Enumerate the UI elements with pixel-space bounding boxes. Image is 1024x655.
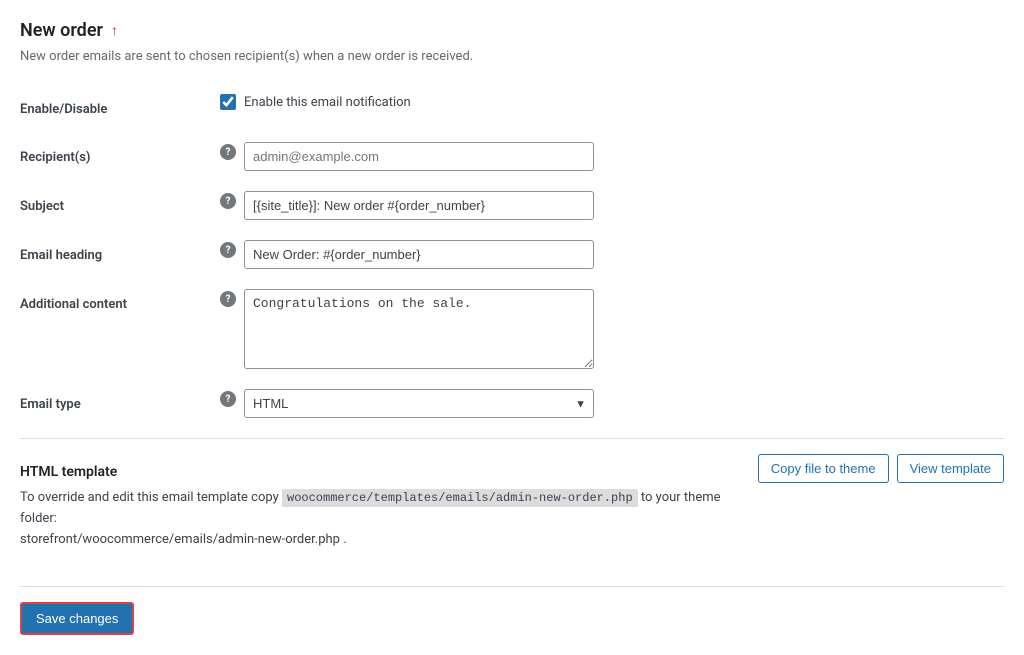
html-template-title: HTML template	[20, 464, 758, 480]
template-info: HTML template To override and edit this …	[20, 454, 758, 566]
title-link-icon[interactable]: ↑	[111, 22, 118, 39]
recipients-row: Recipient(s) ?	[20, 132, 1004, 181]
save-section: Save changes	[20, 586, 1004, 635]
email-type-field: ? HTML Plain text Multipart ▼	[220, 379, 1004, 428]
page-description: New order emails are sent to chosen reci…	[20, 49, 1004, 64]
recipients-help-icon[interactable]: ?	[220, 144, 236, 160]
page-wrapper: New order ↑ New order emails are sent to…	[0, 0, 1024, 655]
subject-field-row: ?	[220, 191, 1004, 220]
checkbox-row: Enable this email notification	[220, 94, 1004, 110]
enable-disable-row: Enable/Disable Enable this email notific…	[20, 84, 1004, 132]
email-heading-field-row: ?	[220, 240, 1004, 269]
email-heading-help-icon[interactable]: ?	[220, 242, 236, 258]
additional-content-textarea[interactable]	[244, 289, 594, 369]
subject-field: ?	[220, 181, 1004, 230]
additional-content-field: ?	[220, 279, 1004, 379]
template-buttons: Copy file to theme View template	[758, 454, 1004, 483]
view-template-button[interactable]: View template	[897, 454, 1004, 483]
enable-disable-field: Enable this email notification	[220, 84, 1004, 132]
email-type-row: Email type ? HTML Plain text Multipart ▼	[20, 379, 1004, 428]
email-type-help-icon[interactable]: ?	[220, 391, 236, 407]
enable-checkbox-label: Enable this email notification	[244, 95, 411, 110]
email-heading-label: Email heading	[20, 230, 220, 279]
email-type-field-row: ? HTML Plain text Multipart ▼	[220, 389, 1004, 418]
recipients-field-row: ?	[220, 142, 1004, 171]
additional-content-field-row: ?	[220, 289, 1004, 369]
email-type-select[interactable]: HTML Plain text Multipart	[244, 389, 594, 418]
copy-file-to-theme-button[interactable]: Copy file to theme	[758, 454, 889, 483]
email-heading-field: ?	[220, 230, 1004, 279]
additional-content-row: Additional content ?	[20, 279, 1004, 379]
subject-input[interactable]	[244, 191, 594, 220]
page-title-row: New order ↑	[20, 20, 1004, 41]
content-area: New order ↑ New order emails are sent to…	[0, 0, 1024, 655]
form-table: Enable/Disable Enable this email notific…	[20, 84, 1004, 428]
subject-help-icon[interactable]: ?	[220, 193, 236, 209]
email-type-select-wrapper: HTML Plain text Multipart ▼	[244, 389, 594, 418]
enable-checkbox[interactable]	[220, 94, 236, 110]
subject-row: Subject ?	[20, 181, 1004, 230]
save-changes-button[interactable]: Save changes	[20, 602, 134, 635]
additional-content-help-icon[interactable]: ?	[220, 291, 236, 307]
template-desc-before: To override and edit this email template…	[20, 490, 279, 505]
email-heading-input[interactable]	[244, 240, 594, 269]
enable-disable-label: Enable/Disable	[20, 84, 220, 132]
html-template-section: HTML template To override and edit this …	[20, 438, 1004, 576]
page-title: New order	[20, 20, 103, 41]
email-type-label: Email type	[20, 379, 220, 428]
subject-label: Subject	[20, 181, 220, 230]
template-code-path: woocommerce/templates/emails/admin-new-o…	[282, 489, 638, 507]
recipients-field: ?	[220, 132, 1004, 181]
additional-content-label: Additional content	[20, 279, 220, 379]
recipients-label: Recipient(s)	[20, 132, 220, 181]
recipients-input[interactable]	[244, 142, 594, 171]
email-heading-row: Email heading ?	[20, 230, 1004, 279]
template-description: To override and edit this email template…	[20, 488, 758, 550]
